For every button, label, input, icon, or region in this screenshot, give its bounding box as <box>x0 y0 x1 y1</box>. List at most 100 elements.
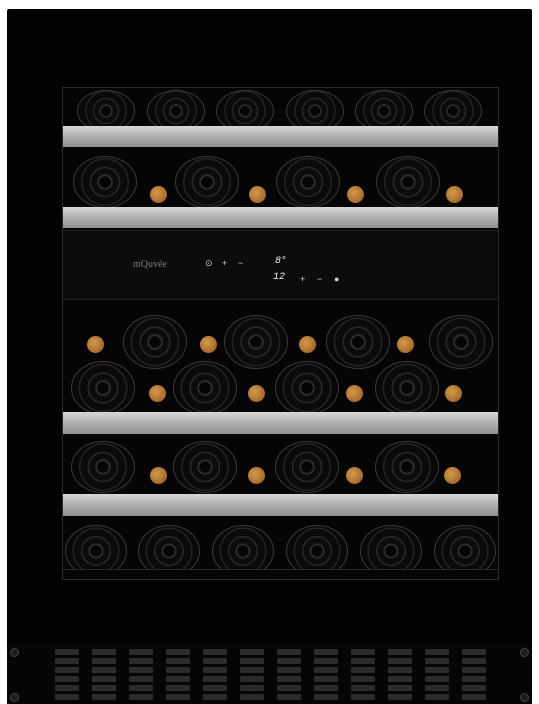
vent-slot <box>462 667 486 673</box>
screw <box>10 693 19 702</box>
lower-zone-temperature: 12 <box>273 272 286 283</box>
wine-bottle <box>375 361 439 415</box>
vent-slot <box>425 676 449 682</box>
upper-zone-control[interactable]: + <box>222 259 227 268</box>
vent-slot <box>92 658 116 664</box>
vent-slot <box>314 676 338 682</box>
vent-slot <box>462 694 486 700</box>
wine-cork <box>346 385 363 402</box>
vent-slot <box>462 685 486 691</box>
wine-bottle <box>276 156 340 208</box>
wine-cork <box>397 336 414 353</box>
vent-slot <box>203 649 227 655</box>
wine-bottle <box>275 361 339 415</box>
vent-slot <box>388 649 412 655</box>
vent-slot <box>388 676 412 682</box>
vent-slot <box>203 694 227 700</box>
vent-slot <box>314 649 338 655</box>
wine-cork <box>346 467 363 484</box>
vent-slot <box>351 676 375 682</box>
vent-slot <box>92 676 116 682</box>
vent-slot <box>277 658 301 664</box>
vent-slot <box>166 649 190 655</box>
vent-slot <box>388 658 412 664</box>
vent-slot <box>240 685 264 691</box>
shelf-rail <box>63 207 498 228</box>
vent-slot <box>314 658 338 664</box>
vent-slot <box>351 658 375 664</box>
vent-slot <box>314 694 338 700</box>
wine-cork <box>87 336 104 353</box>
vent-slot <box>425 685 449 691</box>
vent-slot <box>277 685 301 691</box>
vent-slot <box>462 649 486 655</box>
vent-slot <box>240 667 264 673</box>
wine-cork <box>444 467 461 484</box>
screw <box>10 648 19 657</box>
upper-zone-control[interactable]: ⊙ <box>205 259 213 268</box>
vent-slot <box>277 649 301 655</box>
lower-zone-control[interactable]: ● <box>334 275 339 284</box>
shelf-rail <box>63 412 498 434</box>
wine-cork <box>248 467 265 484</box>
vent-slot <box>203 676 227 682</box>
glass-door-lower <box>62 301 499 570</box>
vent-slot <box>129 694 153 700</box>
wine-cork <box>150 467 167 484</box>
vent-slot <box>129 667 153 673</box>
vent-slot <box>129 676 153 682</box>
screw <box>520 693 529 702</box>
lower-zone-control[interactable]: − <box>317 275 322 284</box>
vent-slot <box>388 694 412 700</box>
vent-slot <box>203 685 227 691</box>
ventilation-grill <box>7 643 532 704</box>
wine-cork <box>299 336 316 353</box>
wine-cork <box>249 186 266 203</box>
wine-bottle <box>173 441 237 493</box>
wine-bottle <box>71 441 135 493</box>
vent-slot <box>277 694 301 700</box>
vent-slot <box>92 685 116 691</box>
vent-slot <box>240 676 264 682</box>
vent-slot <box>166 676 190 682</box>
wine-cooler-body: mQuvée ⊙ + − 8° 12 + − ● <box>7 9 532 649</box>
wine-cork <box>150 186 167 203</box>
vent-slot <box>203 667 227 673</box>
wine-cork <box>248 385 265 402</box>
vent-slot <box>55 667 79 673</box>
wine-cork <box>200 336 217 353</box>
wine-bottle <box>138 525 200 569</box>
upper-zone-control[interactable]: − <box>238 259 243 268</box>
vent-slot <box>314 667 338 673</box>
vent-slot <box>55 658 79 664</box>
vent-slot <box>277 667 301 673</box>
wine-bottle <box>224 315 288 369</box>
vent-slot <box>166 667 190 673</box>
vent-slot <box>92 694 116 700</box>
vent-slot <box>425 649 449 655</box>
vent-slot <box>203 658 227 664</box>
vent-slot <box>55 685 79 691</box>
vent-slot <box>55 676 79 682</box>
vent-slot <box>166 658 190 664</box>
wine-bottle <box>212 525 274 569</box>
vent-slot <box>314 685 338 691</box>
wine-bottle <box>275 441 339 493</box>
wine-cork <box>149 385 166 402</box>
wine-bottle <box>71 361 135 415</box>
wine-bottle <box>173 361 237 415</box>
wine-bottle <box>65 525 127 569</box>
wine-bottle <box>360 525 422 569</box>
wine-bottle <box>376 156 440 208</box>
wine-bottle <box>175 156 239 208</box>
vent-slot <box>166 694 190 700</box>
vent-slot <box>462 676 486 682</box>
vent-slot <box>462 658 486 664</box>
vent-slot <box>92 667 116 673</box>
wine-cork <box>347 186 364 203</box>
vent-slot <box>240 694 264 700</box>
lower-zone-control[interactable]: + <box>300 275 305 284</box>
wine-bottle <box>326 315 390 369</box>
vent-slot <box>129 685 153 691</box>
brand-logo: mQuvée <box>133 259 167 270</box>
